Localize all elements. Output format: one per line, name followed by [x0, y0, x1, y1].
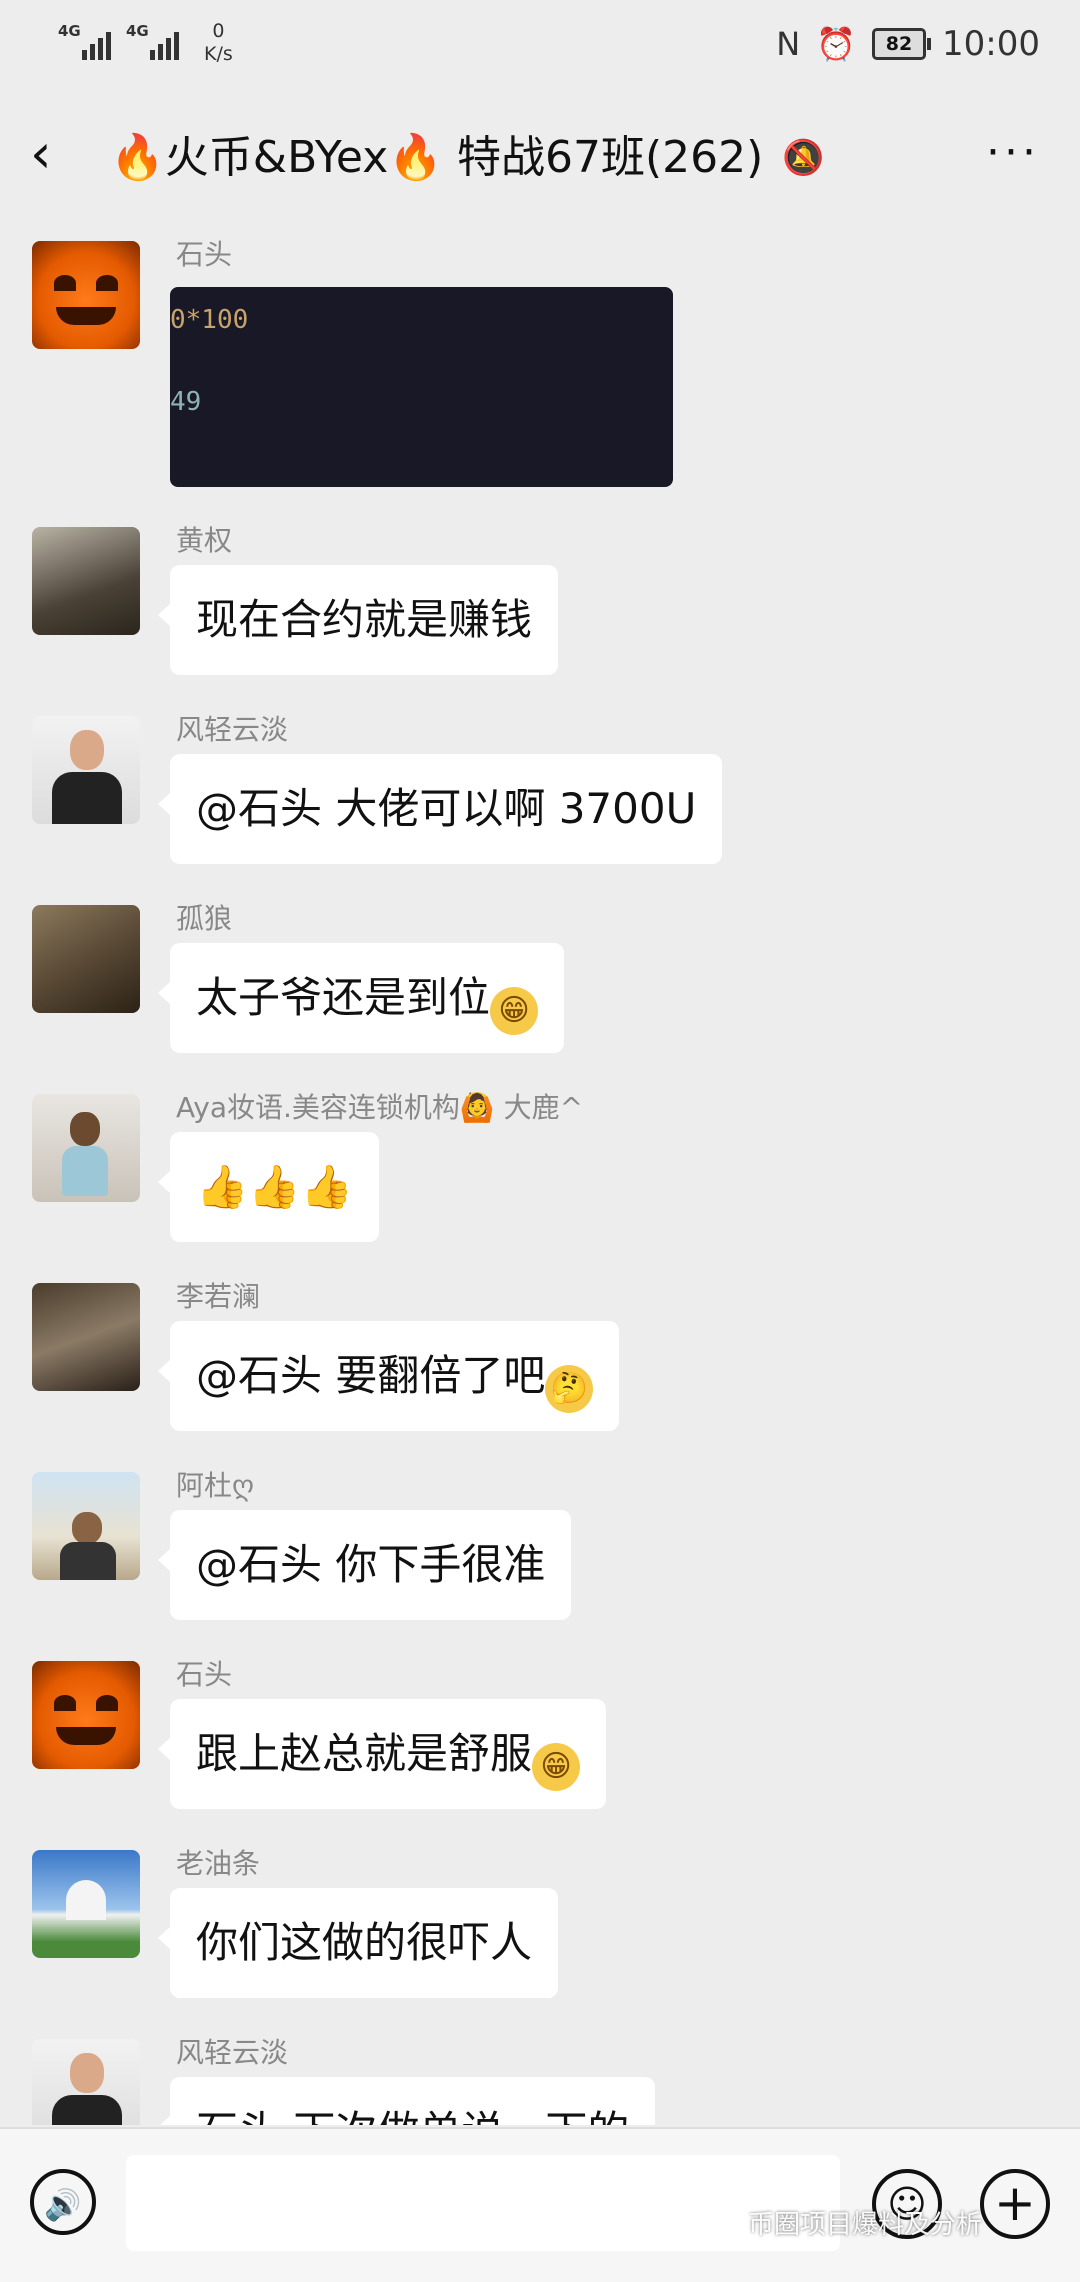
image-message[interactable]: 0*100 49	[170, 287, 673, 487]
message-item: 孤狼 太子爷还是到位 😁	[0, 897, 1080, 1067]
status-bar: 4G 4G 0 K/s N ⏰ 82 10:00	[0, 0, 1080, 95]
message-bubble[interactable]: @石头 要翻倍了吧 🤔	[157, 1321, 620, 1431]
message-bubble[interactable]: 你们这做的很吓人	[157, 1888, 559, 1998]
mute-icon: 🔕	[782, 138, 825, 178]
avatar[interactable]	[32, 1094, 140, 1202]
network-type-label: 4G	[58, 22, 81, 40]
sender-name: 老油条	[176, 1847, 261, 1880]
voice-input-icon[interactable]: 🔊	[30, 2169, 96, 2235]
sender-name: 李若澜	[176, 1280, 261, 1313]
message-item: 风轻云淡 石头 下次做单说一下的	[0, 2031, 1080, 2125]
message-item: 阿杜ღ @石头 你下手很准	[0, 1464, 1080, 1634]
message-item: 石头 跟上赵总就是舒服 😁	[0, 1653, 1080, 1823]
thinking-emoji-icon: 🤔	[545, 1365, 594, 1413]
message-input[interactable]	[126, 2155, 840, 2251]
network-type-label-2: 4G	[126, 22, 149, 40]
message-bubble[interactable]: 太子爷还是到位 😁	[157, 943, 565, 1053]
avatar[interactable]	[32, 905, 140, 1013]
message-bubble[interactable]: 现在合约就是赚钱	[157, 565, 559, 675]
sender-name: 阿杜ღ	[176, 1469, 255, 1502]
signal-icon-2: 4G	[126, 18, 186, 62]
sender-name: 石头	[176, 1658, 233, 1691]
sender-name: 孤狼	[176, 902, 233, 935]
back-icon[interactable]: ‹	[30, 122, 52, 186]
alarm-icon: ⏰	[816, 25, 857, 63]
message-item: 石头 0*100 49	[0, 233, 1080, 533]
battery-icon: 82	[872, 28, 932, 60]
avatar[interactable]	[32, 1850, 140, 1958]
watermark: 币圈项目爆料及分析	[748, 2210, 983, 2240]
grin-emoji-icon: 😁	[532, 1743, 581, 1791]
avatar[interactable]	[32, 1283, 140, 1391]
nfc-icon: N	[776, 25, 801, 63]
avatar[interactable]	[32, 2039, 140, 2125]
message-item: 黄权 现在合约就是赚钱	[0, 519, 1080, 689]
avatar[interactable]	[32, 1472, 140, 1580]
message-list[interactable]: 石头 0*100 49 黄权 现在合约就是赚钱 风轻云淡 @石头 大佬可以啊 3…	[0, 225, 1080, 2125]
avatar[interactable]	[32, 1661, 140, 1769]
message-item: 风轻云淡 @石头 大佬可以啊 3700U	[0, 708, 1080, 878]
message-bubble[interactable]: 👍👍👍	[158, 1132, 379, 1242]
sender-name: 黄权	[176, 524, 233, 557]
message-bubble[interactable]: 跟上赵总就是舒服 😁	[157, 1699, 607, 1809]
chat-title: 🔥火币&BYex🔥 特战67班(262)	[110, 132, 764, 183]
avatar[interactable]	[32, 527, 140, 635]
avatar[interactable]	[32, 241, 140, 349]
message-item: 老油条 你们这做的很吓人	[0, 1842, 1080, 2012]
message-bubble[interactable]: @石头 大佬可以啊 3700U	[157, 754, 723, 864]
grin-emoji-icon: 😁	[490, 987, 539, 1035]
net-speed: 0 K/s	[204, 20, 233, 65]
plus-icon[interactable]: +	[980, 2169, 1050, 2239]
avatar[interactable]	[32, 716, 140, 824]
sender-name: 石头	[176, 238, 233, 271]
message-bubble[interactable]: @石头 你下手很准	[157, 1510, 572, 1620]
chat-header: ‹ 🔥火币&BYex🔥 特战67班(262) 🔕 ···	[0, 110, 1080, 205]
sender-name: 风轻云淡	[176, 713, 289, 746]
message-item: Aya妆语.美容连锁机构🙆 大鹿^ 👍👍👍	[0, 1086, 1080, 1256]
message-item: 李若澜 @石头 要翻倍了吧 🤔	[0, 1275, 1080, 1445]
message-bubble[interactable]: 石头 下次做单说一下的	[157, 2077, 656, 2125]
more-options-icon[interactable]: ···	[986, 128, 1040, 178]
sender-name: 风轻云淡	[176, 2036, 289, 2069]
signal-icon: 4G	[58, 18, 118, 62]
sender-name: Aya妆语.美容连锁机构🙆 大鹿^	[176, 1091, 584, 1124]
clock: 10:00	[942, 24, 1040, 64]
